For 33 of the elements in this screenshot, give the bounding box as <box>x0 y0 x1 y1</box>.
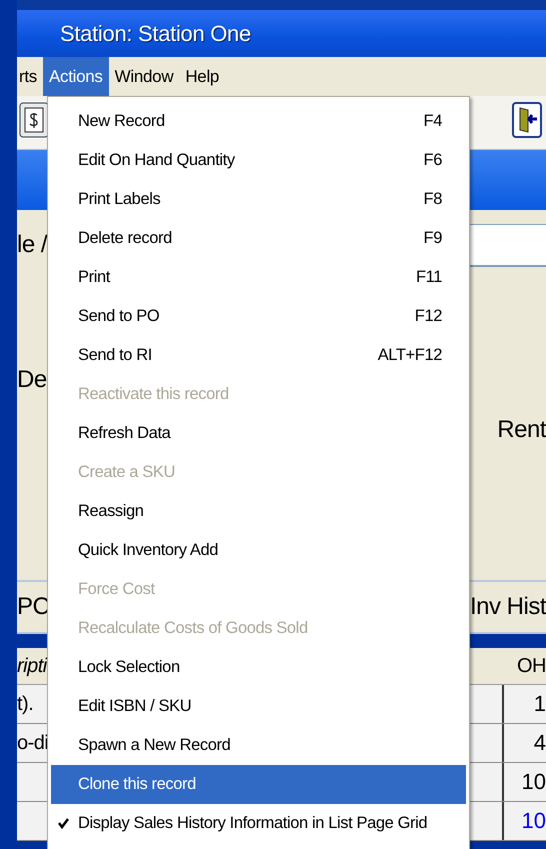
menu-option[interactable]: Send to RI ALT+F12 <box>51 336 466 375</box>
menu-item[interactable]: rts <box>13 57 43 96</box>
table-cell: t). <box>17 692 34 716</box>
form-label: De <box>17 366 47 394</box>
menu-option[interactable]: Spawn a New Record <box>51 726 466 765</box>
menu-option[interactable]: Delete record F9 <box>51 219 466 258</box>
document-dollar-icon[interactable] <box>19 102 49 138</box>
menu-option[interactable]: New Record F4 <box>51 102 466 141</box>
menu-option[interactable]: Quick Inventory Add <box>51 531 466 570</box>
input-field[interactable] <box>470 224 546 266</box>
form-label: le / <box>17 231 48 259</box>
menu-option[interactable]: Refresh Data <box>51 414 466 453</box>
menu-item[interactable]: Window <box>108 57 180 96</box>
menu-item[interactable]: Help <box>179 57 226 96</box>
tab[interactable]: PC <box>17 593 50 621</box>
menu-option[interactable]: Print F11 <box>51 258 466 297</box>
column-header: ripti <box>17 654 47 678</box>
menu-option[interactable]: Lock Selection <box>51 648 466 687</box>
menu-option[interactable]: Edit On Hand Quantity F6 <box>51 141 466 180</box>
menu-option[interactable]: Print Labels F8 <box>51 180 466 219</box>
menu-option[interactable]: Clone this record <box>51 765 466 804</box>
menu-option[interactable]: Reassign <box>51 492 466 531</box>
window-title: Station: Station One <box>60 20 251 46</box>
table-cell: 10 <box>502 802 546 840</box>
menu-option[interactable]: Send to PO F12 <box>51 297 466 336</box>
form-label: Rent <box>497 416 546 444</box>
menu-option[interactable]: Edit ISBN / SKU <box>51 687 466 726</box>
column-header: OH <box>517 654 546 678</box>
menu-option[interactable]: Display Sales History Information in List Page Grid <box>51 804 466 843</box>
table-cell: o-di <box>17 732 48 754</box>
exit-door-icon[interactable] <box>512 102 542 138</box>
menu-item[interactable]: Actions <box>42 57 109 96</box>
tab[interactable]: Inv Hist <box>470 593 546 621</box>
